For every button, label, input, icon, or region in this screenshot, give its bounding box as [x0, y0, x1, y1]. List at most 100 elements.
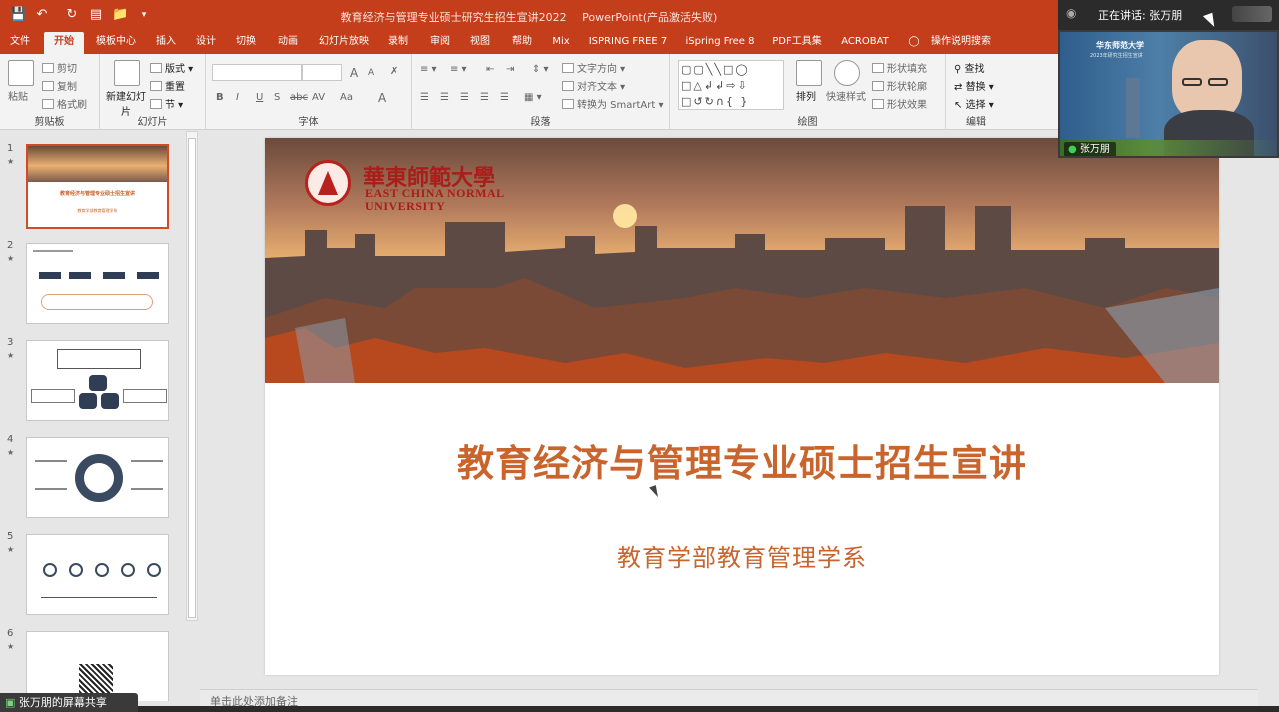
line-spacing-icon[interactable]: ⇕ ▾ — [532, 64, 549, 75]
tab-transitions[interactable]: 切换 — [230, 32, 262, 54]
justify-icon[interactable]: ☰ — [480, 92, 489, 103]
replace-button[interactable]: ⇄ 替换 ▾ — [954, 78, 994, 93]
tab-help[interactable]: 帮助 — [506, 32, 538, 54]
participant-name: 张万朋 — [1079, 144, 1110, 155]
arrange-icon[interactable] — [796, 60, 822, 86]
thumb-ring — [75, 454, 123, 502]
reset-button[interactable]: 重置 — [150, 78, 185, 93]
tell-me-search[interactable]: 操作说明搜索 — [926, 32, 996, 54]
thumb-number: 6 — [7, 628, 14, 639]
bold-button[interactable]: B — [216, 92, 224, 103]
thumb-number: 4 — [7, 434, 14, 445]
quick-styles-icon[interactable] — [834, 60, 860, 86]
thumbnail-scrollbar[interactable] — [186, 131, 198, 621]
microphone-icon: ◉ — [1066, 6, 1077, 20]
align-center-icon[interactable]: ☰ — [440, 92, 449, 103]
glasses-left — [1182, 78, 1202, 86]
group-clipboard: 粘贴 剪切 复制 格式刷 剪贴板 — [0, 54, 100, 130]
shape-fill-button[interactable]: 形状填充 — [872, 60, 927, 75]
replace-label: 替换 — [965, 82, 986, 93]
shape-effects-button[interactable]: 形状效果 — [872, 96, 927, 111]
font-color-button[interactable]: A — [378, 91, 386, 105]
thumbnail-scroll-thumb[interactable] — [188, 138, 196, 618]
notes-pane[interactable]: 单击此处添加备注 — [200, 689, 1258, 708]
slide-subtitle[interactable]: 教育学部教育管理学系 — [265, 538, 1219, 573]
drawing-label: 绘图 — [797, 117, 818, 128]
tab-pdf-tools[interactable]: PDF工具集 — [768, 32, 826, 54]
shapes-row-1: ▢▢╲╲□◯ — [681, 63, 750, 76]
shapes-gallery[interactable]: ▢▢╲╲□◯ □△↲↲⇨⇩ □↺↻∩{ } — [678, 60, 784, 110]
slide-thumbnail-1[interactable]: 教育经济与管理专业硕士招生宣讲 教育学部教育管理学系 — [26, 144, 169, 229]
meeting-controls[interactable] — [1232, 6, 1272, 22]
columns-icon[interactable]: ▦ ▾ — [524, 92, 542, 103]
shadow-button[interactable]: S — [274, 92, 280, 103]
distributed-icon[interactable]: ☰ — [500, 92, 509, 103]
tab-slideshow[interactable]: 幻灯片放映 — [314, 32, 374, 54]
numbering-icon[interactable]: ≡ ▾ — [450, 64, 467, 75]
new-slide-icon[interactable] — [114, 60, 140, 86]
tab-template-center[interactable]: 模板中心 — [90, 32, 142, 54]
char-spacing-button[interactable]: AV — [312, 92, 325, 103]
copy-button[interactable]: 复制 — [42, 78, 77, 93]
arrange-button[interactable]: 排列 — [796, 88, 816, 103]
clear-format-icon[interactable]: ✗ — [390, 66, 398, 77]
find-button[interactable]: ⚲ 查找 — [954, 60, 985, 75]
change-case-button[interactable]: Aa — [340, 92, 353, 103]
shape-outline-button[interactable]: 形状轮廓 — [872, 78, 927, 93]
cut-button[interactable]: 剪切 — [42, 60, 77, 75]
underline-button[interactable]: U — [256, 92, 263, 103]
current-slide[interactable]: 華東師範大學 EAST CHINA NORMAL UNIVERSITY 教育经济… — [265, 138, 1219, 675]
layout-label: 版式 — [165, 64, 185, 75]
decrease-indent-icon[interactable]: ⇤ — [486, 64, 494, 75]
thumb-box — [123, 389, 167, 403]
tab-acrobat[interactable]: ACROBAT — [836, 32, 894, 54]
tab-file[interactable]: 文件 — [2, 32, 38, 54]
strike-button[interactable]: abc — [290, 92, 308, 103]
thumb-circle — [95, 563, 109, 577]
format-painter-button[interactable]: 格式刷 — [42, 96, 87, 111]
tab-record[interactable]: 录制 — [382, 32, 414, 54]
tab-ispring-free-8[interactable]: iSpring Free 8 — [682, 32, 758, 54]
tab-mix[interactable]: Mix — [546, 32, 576, 54]
slide-thumbnail-5[interactable] — [26, 534, 169, 615]
font-size-combo[interactable] — [302, 64, 342, 81]
italic-button[interactable]: I — [236, 92, 239, 103]
slide-thumbnail-6[interactable] — [26, 631, 169, 701]
font-name-combo[interactable] — [212, 64, 302, 81]
outline-icon — [872, 81, 884, 91]
smartart-button[interactable]: 转换为 SmartArt ▾ — [562, 96, 664, 111]
align-left-icon[interactable]: ☰ — [420, 92, 429, 103]
group-font: A A ✗ B I U S abc AV Aa A 字体 — [206, 54, 412, 130]
layout-button[interactable]: 版式 ▾ — [150, 60, 193, 75]
quick-styles-button[interactable]: 快速样式 — [826, 88, 866, 103]
slide-thumbnail-2[interactable] — [26, 243, 169, 324]
tab-insert[interactable]: 插入 — [150, 32, 182, 54]
increase-indent-icon[interactable]: ⇥ — [506, 64, 514, 75]
select-button[interactable]: ↖ 选择 ▾ — [954, 96, 994, 111]
slide-thumbnail-3[interactable] — [26, 340, 169, 421]
align-text-button[interactable]: 对齐文本 ▾ — [562, 78, 625, 93]
thumb-number: 1 — [7, 143, 14, 154]
meeting-speaker-bar: ◉ 正在讲话: 张万朋 — [1058, 0, 1279, 30]
bullets-icon[interactable]: ≡ ▾ — [420, 64, 437, 75]
grow-font-button[interactable]: A — [350, 66, 358, 80]
section-button[interactable]: 节 ▾ — [150, 96, 183, 111]
slide-title[interactable]: 教育经济与管理专业硕士招生宣讲 — [265, 433, 1219, 487]
thumb-circle — [43, 563, 57, 577]
slide-thumbnail-4[interactable] — [26, 437, 169, 518]
shrink-font-button[interactable]: A — [368, 68, 374, 78]
align-right-icon[interactable]: ☰ — [460, 92, 469, 103]
tab-ispring-free-7[interactable]: ISPRING FREE 7 — [586, 32, 670, 54]
participant-video[interactable]: 华东师范大学 2023年研究生招生宣讲 ● 张万朋 — [1058, 30, 1279, 158]
tab-animations[interactable]: 动画 — [272, 32, 304, 54]
paste-icon[interactable] — [8, 60, 34, 86]
text-direction-button[interactable]: 文字方向 ▾ — [562, 60, 625, 75]
paste-button[interactable]: 粘贴 — [8, 88, 28, 103]
tab-home[interactable]: 开始 — [44, 32, 84, 54]
tab-design[interactable]: 设计 — [190, 32, 222, 54]
tab-view[interactable]: 视图 — [464, 32, 496, 54]
thumb-box — [57, 349, 141, 369]
align-text-icon — [562, 81, 574, 91]
tab-review[interactable]: 审阅 — [424, 32, 456, 54]
campus-banner-image: 華東師範大學 EAST CHINA NORMAL UNIVERSITY — [265, 138, 1219, 383]
